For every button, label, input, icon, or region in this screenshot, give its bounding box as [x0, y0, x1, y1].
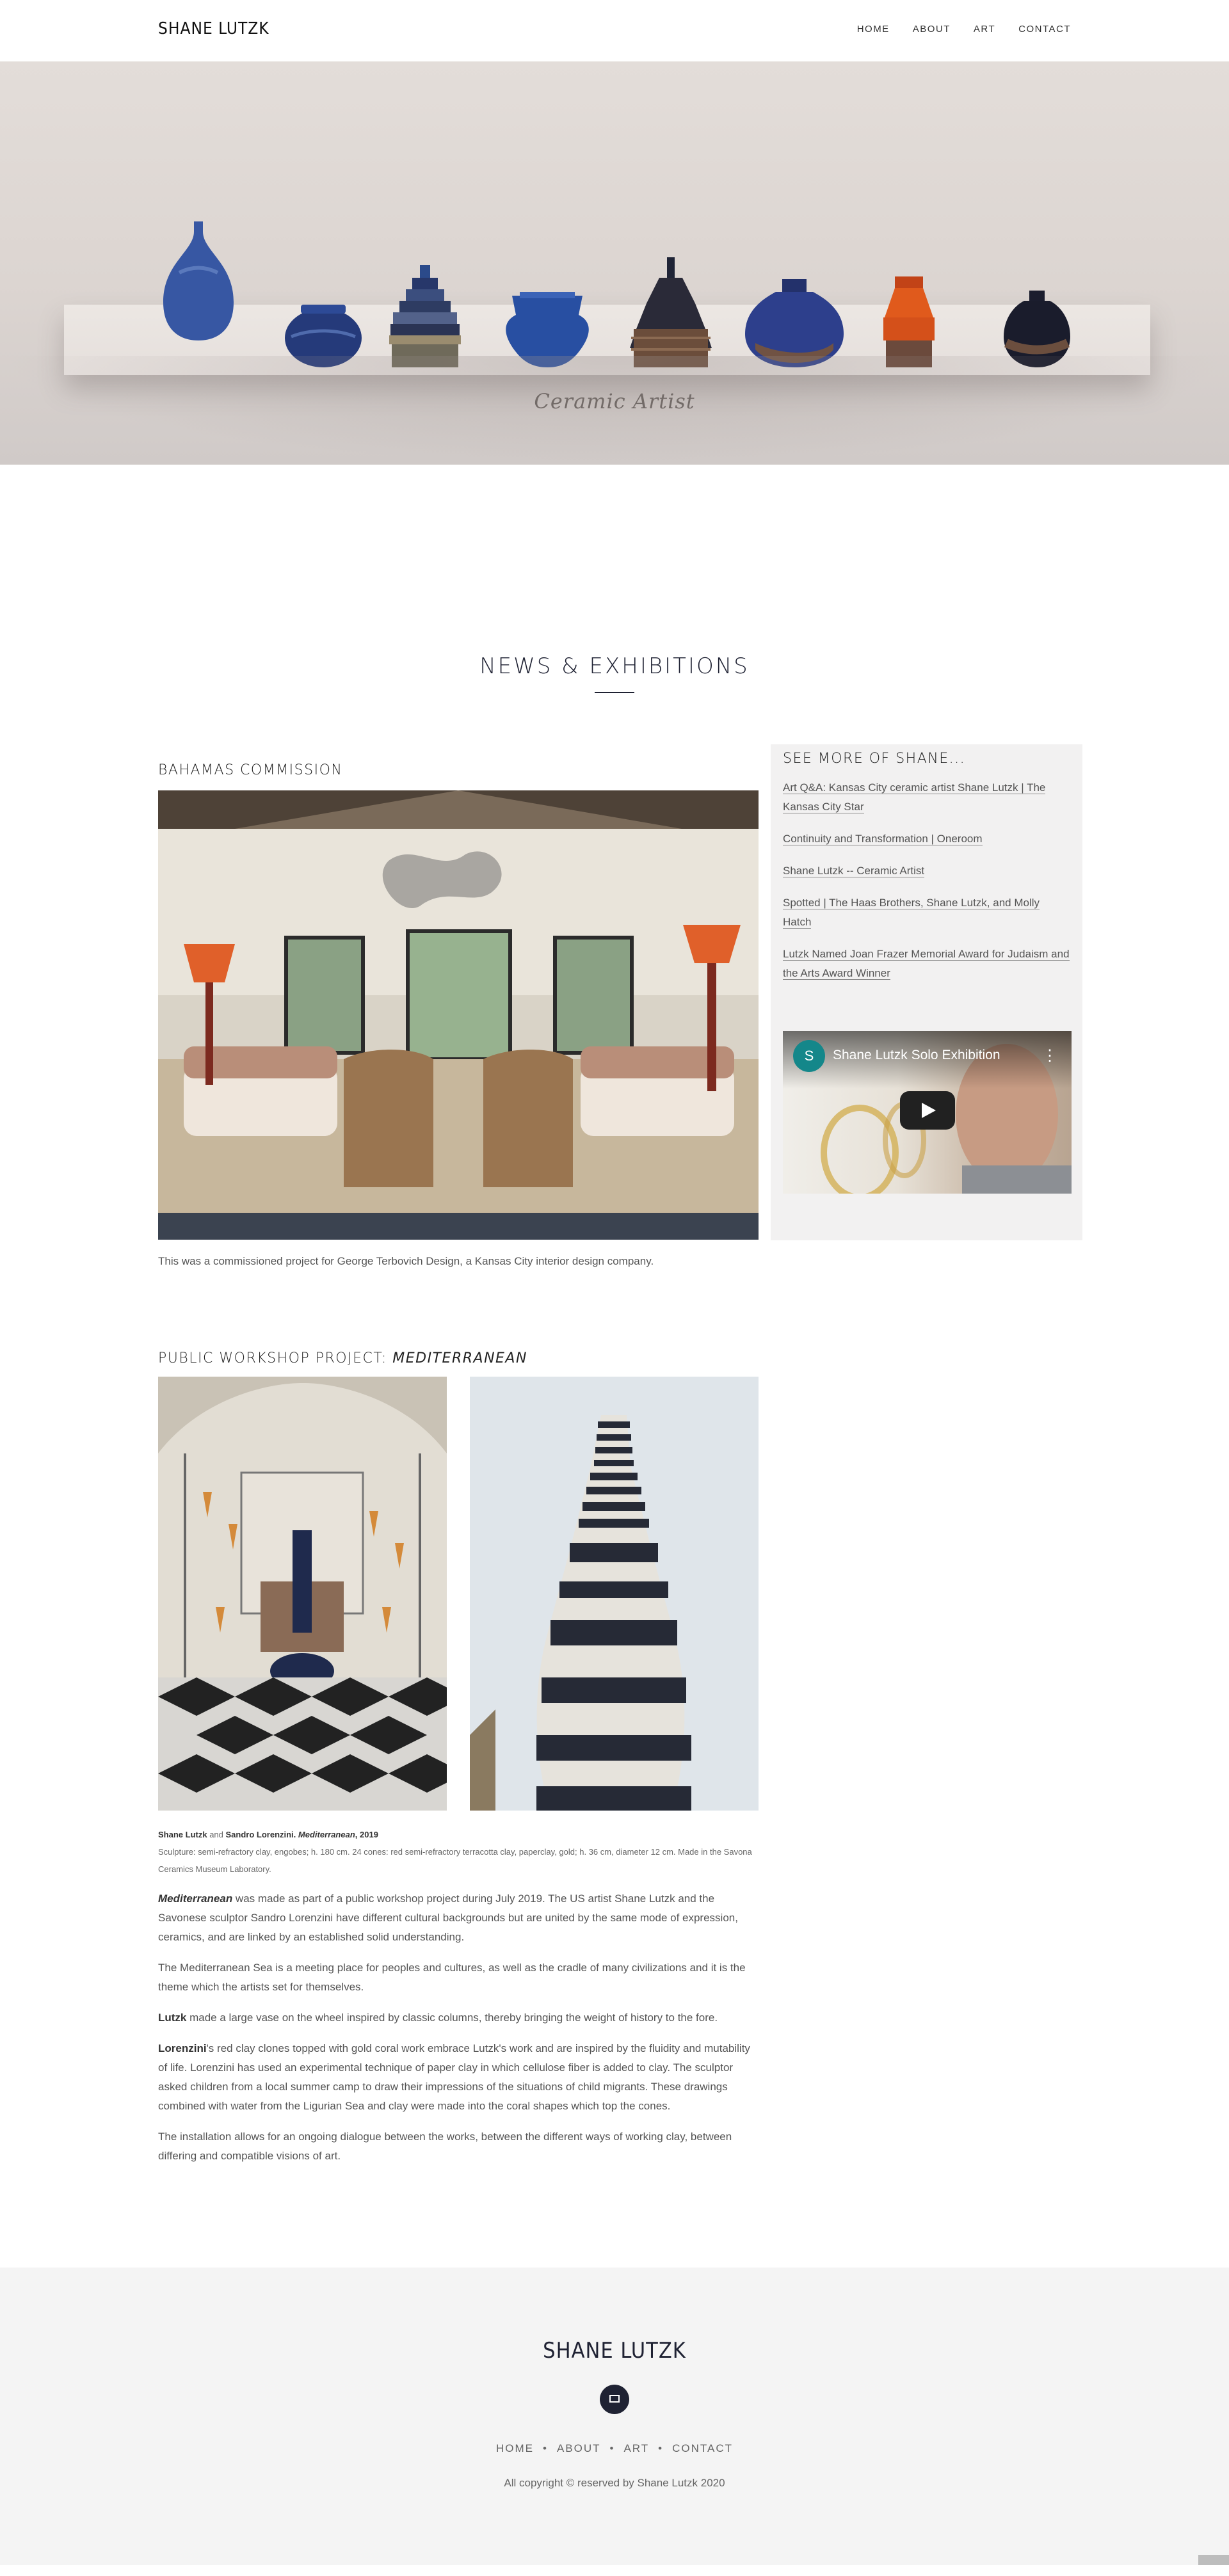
hero-vases-illustration — [163, 221, 1070, 367]
workshop-body: Shane Lutzk and Sandro Lorenzini. Medite… — [158, 1826, 759, 2177]
bahamas-room-image — [158, 790, 759, 1240]
site-logo[interactable]: SHANE LUTZK — [158, 19, 269, 38]
credit-and: and — [207, 1830, 226, 1839]
bahamas-title: BAHAMAS COMMISSION — [158, 762, 343, 778]
nav-art[interactable]: ART — [974, 24, 995, 35]
vase-2 — [285, 305, 362, 367]
hero-caption: Ceramic Artist — [534, 389, 695, 413]
footer-nav: HOME • ABOUT • ART • CONTACT — [0, 2442, 1229, 2455]
nav-about[interactable]: ABOUT — [913, 24, 951, 35]
footer-nav-separator: • — [542, 2442, 548, 2454]
footer-nav-art[interactable]: ART — [623, 2442, 649, 2455]
footer-logo[interactable]: SHANE LUTZK — [0, 2338, 1229, 2364]
p3-text: made a large vase on the wheel inspired … — [186, 2012, 718, 2024]
vase-3 — [389, 265, 461, 367]
vase-6 — [745, 279, 844, 367]
bahamas-article: BAHAMAS COMMISSION — [158, 762, 759, 778]
workshop-paragraph-2: The Mediterranean Sea is a meeting place… — [158, 1962, 746, 1993]
p3-bold: Lutzk — [158, 2012, 187, 2024]
footer-nav-separator: • — [609, 2442, 615, 2454]
credit-year: , 2019 — [355, 1830, 378, 1839]
play-button-icon[interactable] — [900, 1091, 955, 1130]
workshop-credit: Shane Lutzk and Sandro Lorenzini. Medite… — [158, 1826, 759, 1843]
footer-nav-about[interactable]: ABOUT — [557, 2442, 601, 2455]
envelope-glyph — [609, 2395, 620, 2403]
striped-vase-image — [470, 1377, 759, 1811]
vase-7 — [883, 276, 935, 367]
vase-1 — [163, 221, 234, 340]
sidebar-link-ceramic-artist[interactable]: Shane Lutzk -- Ceramic Artist — [783, 865, 925, 877]
workshop-title-em: MEDITERRANEAN — [392, 1350, 527, 1366]
sidebar-link-wrap-5: Lutzk Named Joan Frazer Memorial Award f… — [783, 945, 1070, 983]
scroll-to-top-button[interactable] — [1198, 2555, 1229, 2565]
site-header: SHANE LUTZK HOME ABOUT ART CONTACT — [0, 0, 1229, 61]
p4-text: 's red clay clones topped with gold cora… — [158, 2042, 750, 2112]
sidebar-link-wrap-3: Shane Lutzk -- Ceramic Artist — [783, 861, 1070, 881]
credit-title: Mediterranean — [296, 1830, 355, 1839]
video-embed[interactable]: S Shane Lutzk Solo Exhibition ⋮ — [783, 1031, 1072, 1194]
footer-nav-contact[interactable]: CONTACT — [672, 2442, 733, 2455]
nav-home[interactable]: HOME — [857, 24, 890, 35]
email-icon[interactable] — [600, 2385, 629, 2414]
hero-banner: Ceramic Artist — [0, 61, 1229, 465]
footer-nav-separator: • — [658, 2442, 664, 2454]
site-footer: SHANE LUTZK HOME • ABOUT • ART • CONTACT… — [0, 2268, 1229, 2565]
workshop-paragraph-5: The installation allows for an ongoing d… — [158, 2131, 732, 2162]
workshop-title-prefix: PUBLIC WORKSHOP PROJECT: — [158, 1350, 393, 1366]
workshop-photo-vase — [470, 1377, 759, 1811]
more-options-icon[interactable]: ⋮ — [1042, 1046, 1057, 1065]
copyright-text: All copyright © reserved by Shane Lutzk … — [504, 2477, 725, 2489]
workshop-article: PUBLIC WORKSHOP PROJECT: MEDITERRANEAN — [158, 1350, 759, 1366]
sidebar-link-wrap-2: Continuity and Transformation | Oneroom — [783, 829, 1070, 849]
sidebar-link-wrap-4: Spotted | The Haas Brothers, Shane Lutzk… — [783, 893, 1070, 932]
bahamas-caption: This was a commissioned project for Geor… — [158, 1255, 654, 1267]
channel-avatar[interactable]: S — [793, 1040, 825, 1072]
sidebar-link-spotted[interactable]: Spotted | The Haas Brothers, Shane Lutzk… — [783, 897, 1040, 929]
bahamas-caption-wrap: This was a commissioned project for Geor… — [158, 1255, 759, 1268]
workshop-paragraph-1: Mediterranean was made as part of a publ… — [158, 1889, 759, 1947]
bahamas-photo — [158, 790, 759, 1240]
footer-nav-home[interactable]: HOME — [496, 2442, 534, 2455]
sidebar-link-wrap-1: Art Q&A: Kansas City ceramic artist Shan… — [783, 778, 1070, 817]
workshop-title: PUBLIC WORKSHOP PROJECT: MEDITERRANEAN — [158, 1350, 759, 1366]
p1-text: was made as part of a public workshop pr… — [158, 1892, 738, 1943]
credit-artist-b: Sandro Lorenzini. — [225, 1830, 296, 1839]
sidebar-link-oneroom[interactable]: Continuity and Transformation | Oneroom — [783, 833, 983, 845]
section-title: NEWS & EXHIBITIONS — [479, 653, 750, 679]
vase-8 — [1004, 291, 1070, 367]
p4-bold: Lorenzini — [158, 2042, 207, 2054]
p1-bold: Mediterranean — [158, 1892, 233, 1905]
nav-contact[interactable]: CONTACT — [1018, 24, 1071, 35]
news-content: BAHAMAS COMMISSION This was a commission… — [0, 693, 1229, 2268]
see-more-sidebar: SEE MORE OF SHANE... Art Q&A: Kansas Cit… — [771, 744, 1082, 1240]
workshop-photo-installation — [158, 1377, 447, 1811]
installation-image — [158, 1377, 447, 1811]
video-title[interactable]: Shane Lutzk Solo Exhibition — [833, 1048, 1000, 1063]
vase-4 — [506, 292, 589, 367]
main-nav: HOME ABOUT ART CONTACT — [857, 24, 1071, 35]
sidebar-link-award[interactable]: Lutzk Named Joan Frazer Memorial Award f… — [783, 948, 1070, 980]
workshop-paragraph-4: Lorenzini's red clay clones topped with … — [158, 2039, 759, 2116]
workshop-materials: Sculpture: semi-refractory clay, engobes… — [158, 1847, 752, 1874]
sidebar-title: SEE MORE OF SHANE... — [783, 751, 966, 767]
vase-5 — [630, 257, 712, 367]
sidebar-link-kc-star[interactable]: Art Q&A: Kansas City ceramic artist Shan… — [783, 781, 1046, 813]
credit-artist-a: Shane Lutzk — [158, 1830, 207, 1839]
workshop-paragraph-3: Lutzk made a large vase on the wheel ins… — [158, 2008, 759, 2028]
